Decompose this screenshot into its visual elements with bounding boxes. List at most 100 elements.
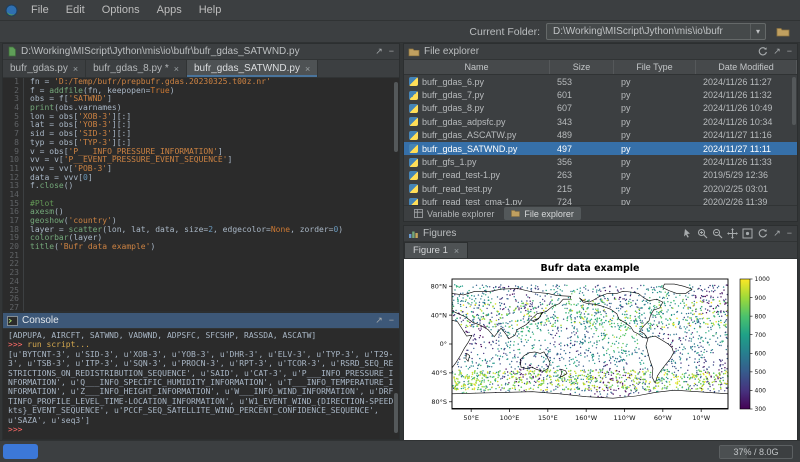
- current-folder-combobox[interactable]: D:\Working\MIScript\Jython\mis\io\bufr ▾: [546, 23, 766, 40]
- python-file-icon: [409, 77, 418, 86]
- file-row[interactable]: bufr_read_test-1.py263py2019/5/29 12:36: [404, 169, 797, 182]
- close-icon[interactable]: ×: [454, 246, 459, 256]
- file-row[interactable]: bufr_gdas_8.py607py2024/11/26 10:49: [404, 102, 797, 115]
- full-extent-icon[interactable]: [742, 228, 753, 239]
- file-row[interactable]: bufr_gdas_SATWND.py497py2024/11/27 11:11: [404, 142, 797, 155]
- file-row[interactable]: bufr_read_test_cma-1.py724py2020/2/26 11…: [404, 196, 797, 205]
- file-row[interactable]: bufr_gfs_1.py356py2024/11/26 11:33: [404, 155, 797, 168]
- svg-text:800: 800: [755, 313, 767, 320]
- tab-file-explorer[interactable]: File explorer: [504, 207, 581, 220]
- file-table-header[interactable]: NameSizeFile TypeDate Modified: [404, 60, 797, 75]
- console-line: [ADPUPA, AIRCFT, SATWND, VADWND, ADPSFC,…: [8, 331, 394, 340]
- file-row[interactable]: bufr_gdas_ASCATW.py489py2024/11/27 11:16: [404, 129, 797, 142]
- close-icon[interactable]: ×: [305, 64, 310, 74]
- column-header[interactable]: Name: [404, 60, 550, 74]
- svg-text:0°: 0°: [440, 340, 447, 348]
- editor-tab[interactable]: bufr_gdas.py×: [3, 60, 86, 77]
- editor-code[interactable]: 1fn = 'D:/Temp/bufr/prepbufr.gdas.202303…: [3, 78, 399, 311]
- python-file-icon: [409, 171, 418, 180]
- file-row[interactable]: bufr_gdas_7.py601py2024/11/26 11:32: [404, 88, 797, 101]
- minimize-panel-icon[interactable]: −: [388, 47, 395, 56]
- menu-file[interactable]: File: [23, 2, 57, 18]
- figure-canvas[interactable]: 50°E100°E150°E160°W110°W60°W10°W80°N40°N…: [404, 259, 797, 442]
- file-size: 215: [550, 184, 614, 194]
- column-header[interactable]: Size: [550, 60, 614, 74]
- file-type: py: [614, 144, 696, 154]
- file-name: bufr_gdas_ASCATW.py: [422, 130, 516, 140]
- minimize-panel-icon[interactable]: −: [786, 229, 793, 238]
- menu-edit[interactable]: Edit: [58, 2, 93, 18]
- float-panel-icon[interactable]: ↗: [772, 47, 782, 56]
- tab-label: File explorer: [524, 209, 574, 219]
- file-size: 356: [550, 157, 614, 167]
- svg-text:60°W: 60°W: [654, 414, 673, 422]
- file-date: 2024/11/27 11:11: [696, 144, 797, 154]
- console-scrollbar[interactable]: [394, 393, 398, 433]
- file-type: py: [614, 77, 696, 87]
- file-date: 2024/11/26 11:33: [696, 157, 797, 167]
- minimize-panel-icon[interactable]: −: [786, 47, 793, 56]
- editor-scrollbar[interactable]: [394, 82, 398, 152]
- svg-text:700: 700: [755, 332, 767, 339]
- float-panel-icon[interactable]: ↗: [374, 316, 384, 325]
- close-icon[interactable]: ×: [174, 64, 179, 74]
- chevron-down-icon[interactable]: ▾: [750, 24, 765, 39]
- menu-options[interactable]: Options: [94, 2, 148, 18]
- column-header[interactable]: File Type: [614, 60, 696, 74]
- memory-indicator[interactable]: 37% / 8.0G: [719, 445, 793, 459]
- float-panel-icon[interactable]: ↗: [374, 47, 384, 56]
- console-line: >>> run script...: [8, 340, 394, 349]
- pan-icon[interactable]: [727, 228, 738, 239]
- svg-text:500: 500: [755, 369, 767, 376]
- file-table-scrollbar[interactable]: [792, 77, 796, 125]
- toolbar: Current Folder: D:\Working\MIScript\Jyth…: [0, 21, 800, 43]
- editor-tab[interactable]: bufr_gdas_8.py *×: [86, 60, 187, 77]
- python-file-icon: [409, 104, 418, 113]
- console-line: >>>: [8, 425, 394, 434]
- zoom-out-icon[interactable]: [712, 228, 723, 239]
- svg-text:40°S: 40°S: [431, 369, 447, 377]
- file-name: bufr_gdas_SATWND.py: [422, 144, 517, 154]
- tab-variable-explorer[interactable]: Variable explorer: [407, 207, 501, 220]
- editor-tab[interactable]: bufr_gdas_SATWND.py×: [187, 60, 318, 77]
- svg-text:80°S: 80°S: [431, 398, 447, 406]
- file-row[interactable]: bufr_read_test.py215py2020/2/25 03:01: [404, 182, 797, 195]
- app-logo-icon: [5, 4, 18, 17]
- svg-text:100°E: 100°E: [500, 414, 520, 422]
- file-type: py: [614, 197, 696, 205]
- svg-text:50°E: 50°E: [463, 414, 479, 422]
- tab-label: Variable explorer: [427, 209, 494, 219]
- console-title: Console: [22, 315, 370, 326]
- file-date: 2024/11/26 11:32: [696, 90, 797, 100]
- python-file-icon: [409, 144, 418, 153]
- file-name: bufr_gdas_8.py: [422, 103, 484, 113]
- console-icon: [7, 316, 18, 326]
- folder-icon: [511, 209, 520, 218]
- rotate-icon[interactable]: [757, 228, 768, 239]
- file-row[interactable]: bufr_gdas_adpsfc.py343py2024/11/26 10:34: [404, 115, 797, 128]
- python-file-icon: [409, 158, 418, 167]
- code-line: 25: [3, 287, 399, 296]
- menu-apps[interactable]: Apps: [149, 2, 190, 18]
- file-name: bufr_gfs_1.py: [422, 157, 477, 167]
- open-folder-button[interactable]: [772, 23, 794, 41]
- zoom-in-icon[interactable]: [697, 228, 708, 239]
- select-cursor-icon[interactable]: [682, 228, 693, 239]
- file-type: py: [614, 130, 696, 140]
- close-icon[interactable]: ×: [73, 64, 78, 74]
- file-name: bufr_read_test.py: [422, 184, 492, 194]
- figure-tab[interactable]: Figure 1 ×: [404, 242, 468, 258]
- column-header[interactable]: Date Modified: [696, 60, 797, 74]
- svg-text:300: 300: [755, 406, 767, 413]
- file-row[interactable]: bufr_gdas_6.py553py2024/11/26 11:27: [404, 75, 797, 88]
- file-name: bufr_gdas_6.py: [422, 77, 484, 87]
- file-date: 2024/11/26 10:49: [696, 103, 797, 113]
- menu-help[interactable]: Help: [191, 2, 230, 18]
- minimize-panel-icon[interactable]: −: [388, 316, 395, 325]
- explorer-bottom-tabs: Variable explorer File explorer: [404, 205, 797, 221]
- float-panel-icon[interactable]: ↗: [772, 229, 782, 238]
- refresh-icon[interactable]: [757, 46, 768, 57]
- file-size: 343: [550, 117, 614, 127]
- status-blue-indicator[interactable]: [3, 444, 38, 459]
- console-output[interactable]: [ADPUPA, AIRCFT, SATWND, VADWND, ADPSFC,…: [3, 329, 399, 439]
